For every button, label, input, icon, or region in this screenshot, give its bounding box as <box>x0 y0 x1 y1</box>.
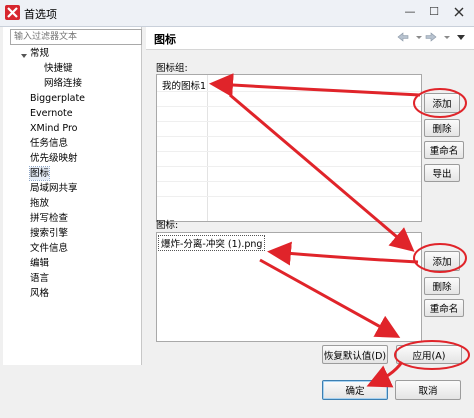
page-header: 图标 <box>146 27 474 50</box>
restore-defaults-button[interactable]: 恢复默认值(D) <box>322 345 388 364</box>
page-title: 图标 <box>154 33 176 46</box>
maximize-button[interactable]: ☐ <box>422 3 446 21</box>
xmind-app-icon <box>5 5 20 20</box>
add-icon-button[interactable]: 添加 <box>424 251 460 271</box>
close-icon <box>454 7 464 17</box>
tree-item-evernote[interactable]: Evernote <box>30 107 73 120</box>
collapse-triangle-icon[interactable] <box>20 52 28 60</box>
tree-item-icons[interactable]: 图标 <box>28 166 51 181</box>
list-item[interactable]: 爆炸-分离-冲突 (1).png <box>157 235 266 251</box>
tree-item-file-info[interactable]: 文件信息 <box>30 242 68 255</box>
delete-icon-group-button[interactable]: 删除 <box>424 119 460 137</box>
row-gridline <box>157 151 421 152</box>
tree-item-general[interactable]: 常规 <box>30 47 49 60</box>
tree-item-style[interactable]: 风格 <box>30 287 49 300</box>
tree-item-biggerplate[interactable]: Biggerplate <box>30 92 85 105</box>
minimize-button[interactable]: — <box>398 3 422 21</box>
row-gridline <box>157 106 421 107</box>
window-title: 首选项 <box>24 8 57 21</box>
tree-item-language[interactable]: 语言 <box>30 272 49 285</box>
list-item-label: 爆炸-分离-冲突 (1).png <box>161 239 263 250</box>
apply-button[interactable]: 应用(A) <box>396 345 462 364</box>
tree-item-spell-check[interactable]: 拼写检查 <box>30 212 68 225</box>
icons-label: 图标: <box>156 220 179 231</box>
row-gridline <box>157 181 421 182</box>
icon-group-label: 图标组: <box>156 63 188 74</box>
icon-group-list[interactable]: 我的图标1 <box>156 74 422 222</box>
list-item[interactable]: 我的图标1 <box>162 78 206 92</box>
filter-input[interactable] <box>10 29 142 45</box>
back-arrow-icon[interactable] <box>396 30 410 44</box>
page-navigation <box>396 30 468 46</box>
add-icon-group-button[interactable]: 添加 <box>424 93 460 113</box>
tree-item-lan-sharing[interactable]: 局域网共享 <box>30 182 78 195</box>
row-gridline <box>157 166 421 167</box>
row-gridline <box>157 121 421 122</box>
export-icon-group-button[interactable]: 导出 <box>424 164 460 182</box>
row-gridline <box>157 91 421 92</box>
close-button[interactable] <box>446 3 472 21</box>
cancel-button[interactable]: 取消 <box>395 380 461 400</box>
column-divider <box>207 75 208 221</box>
tree-item-xmind-pro[interactable]: XMind Pro <box>30 122 78 135</box>
icons-list[interactable]: 爆炸-分离-冲突 (1).png <box>156 232 422 342</box>
icons-preference-page: 图标 图标组: 我的图标1 添加 删除 重命名 导出 图标: 爆炸-分离-冲突 … <box>146 27 474 365</box>
forward-arrow-icon[interactable] <box>424 30 438 44</box>
row-gridline <box>157 136 421 137</box>
row-gridline <box>157 196 421 197</box>
tree-item-shortcuts[interactable]: 快捷键 <box>44 62 73 75</box>
title-bar: 首选项 — ☐ <box>0 0 474 27</box>
delete-icon-button[interactable]: 删除 <box>424 277 460 295</box>
tree-item-network[interactable]: 网络连接 <box>44 77 82 90</box>
tree-item-priority-mapping[interactable]: 优先级映射 <box>30 152 78 165</box>
preferences-navigation: 常规 快捷键 网络连接 Biggerplate Evernote XMind P… <box>3 27 142 365</box>
rename-icon-button[interactable]: 重命名 <box>424 299 464 317</box>
ok-button[interactable]: 确定 <box>322 380 388 400</box>
forward-dropdown-icon[interactable] <box>440 30 454 44</box>
rename-icon-group-button[interactable]: 重命名 <box>424 141 464 159</box>
dialog-client-area: 常规 快捷键 网络连接 Biggerplate Evernote XMind P… <box>0 27 474 418</box>
tree-item-search-engine[interactable]: 搜索引擎 <box>30 227 68 240</box>
tree-item-edit[interactable]: 编辑 <box>30 257 49 270</box>
tree-item-drag-drop[interactable]: 拖放 <box>30 197 49 210</box>
tree-item-task-info[interactable]: 任务信息 <box>30 137 68 150</box>
view-menu-icon[interactable] <box>454 30 468 44</box>
